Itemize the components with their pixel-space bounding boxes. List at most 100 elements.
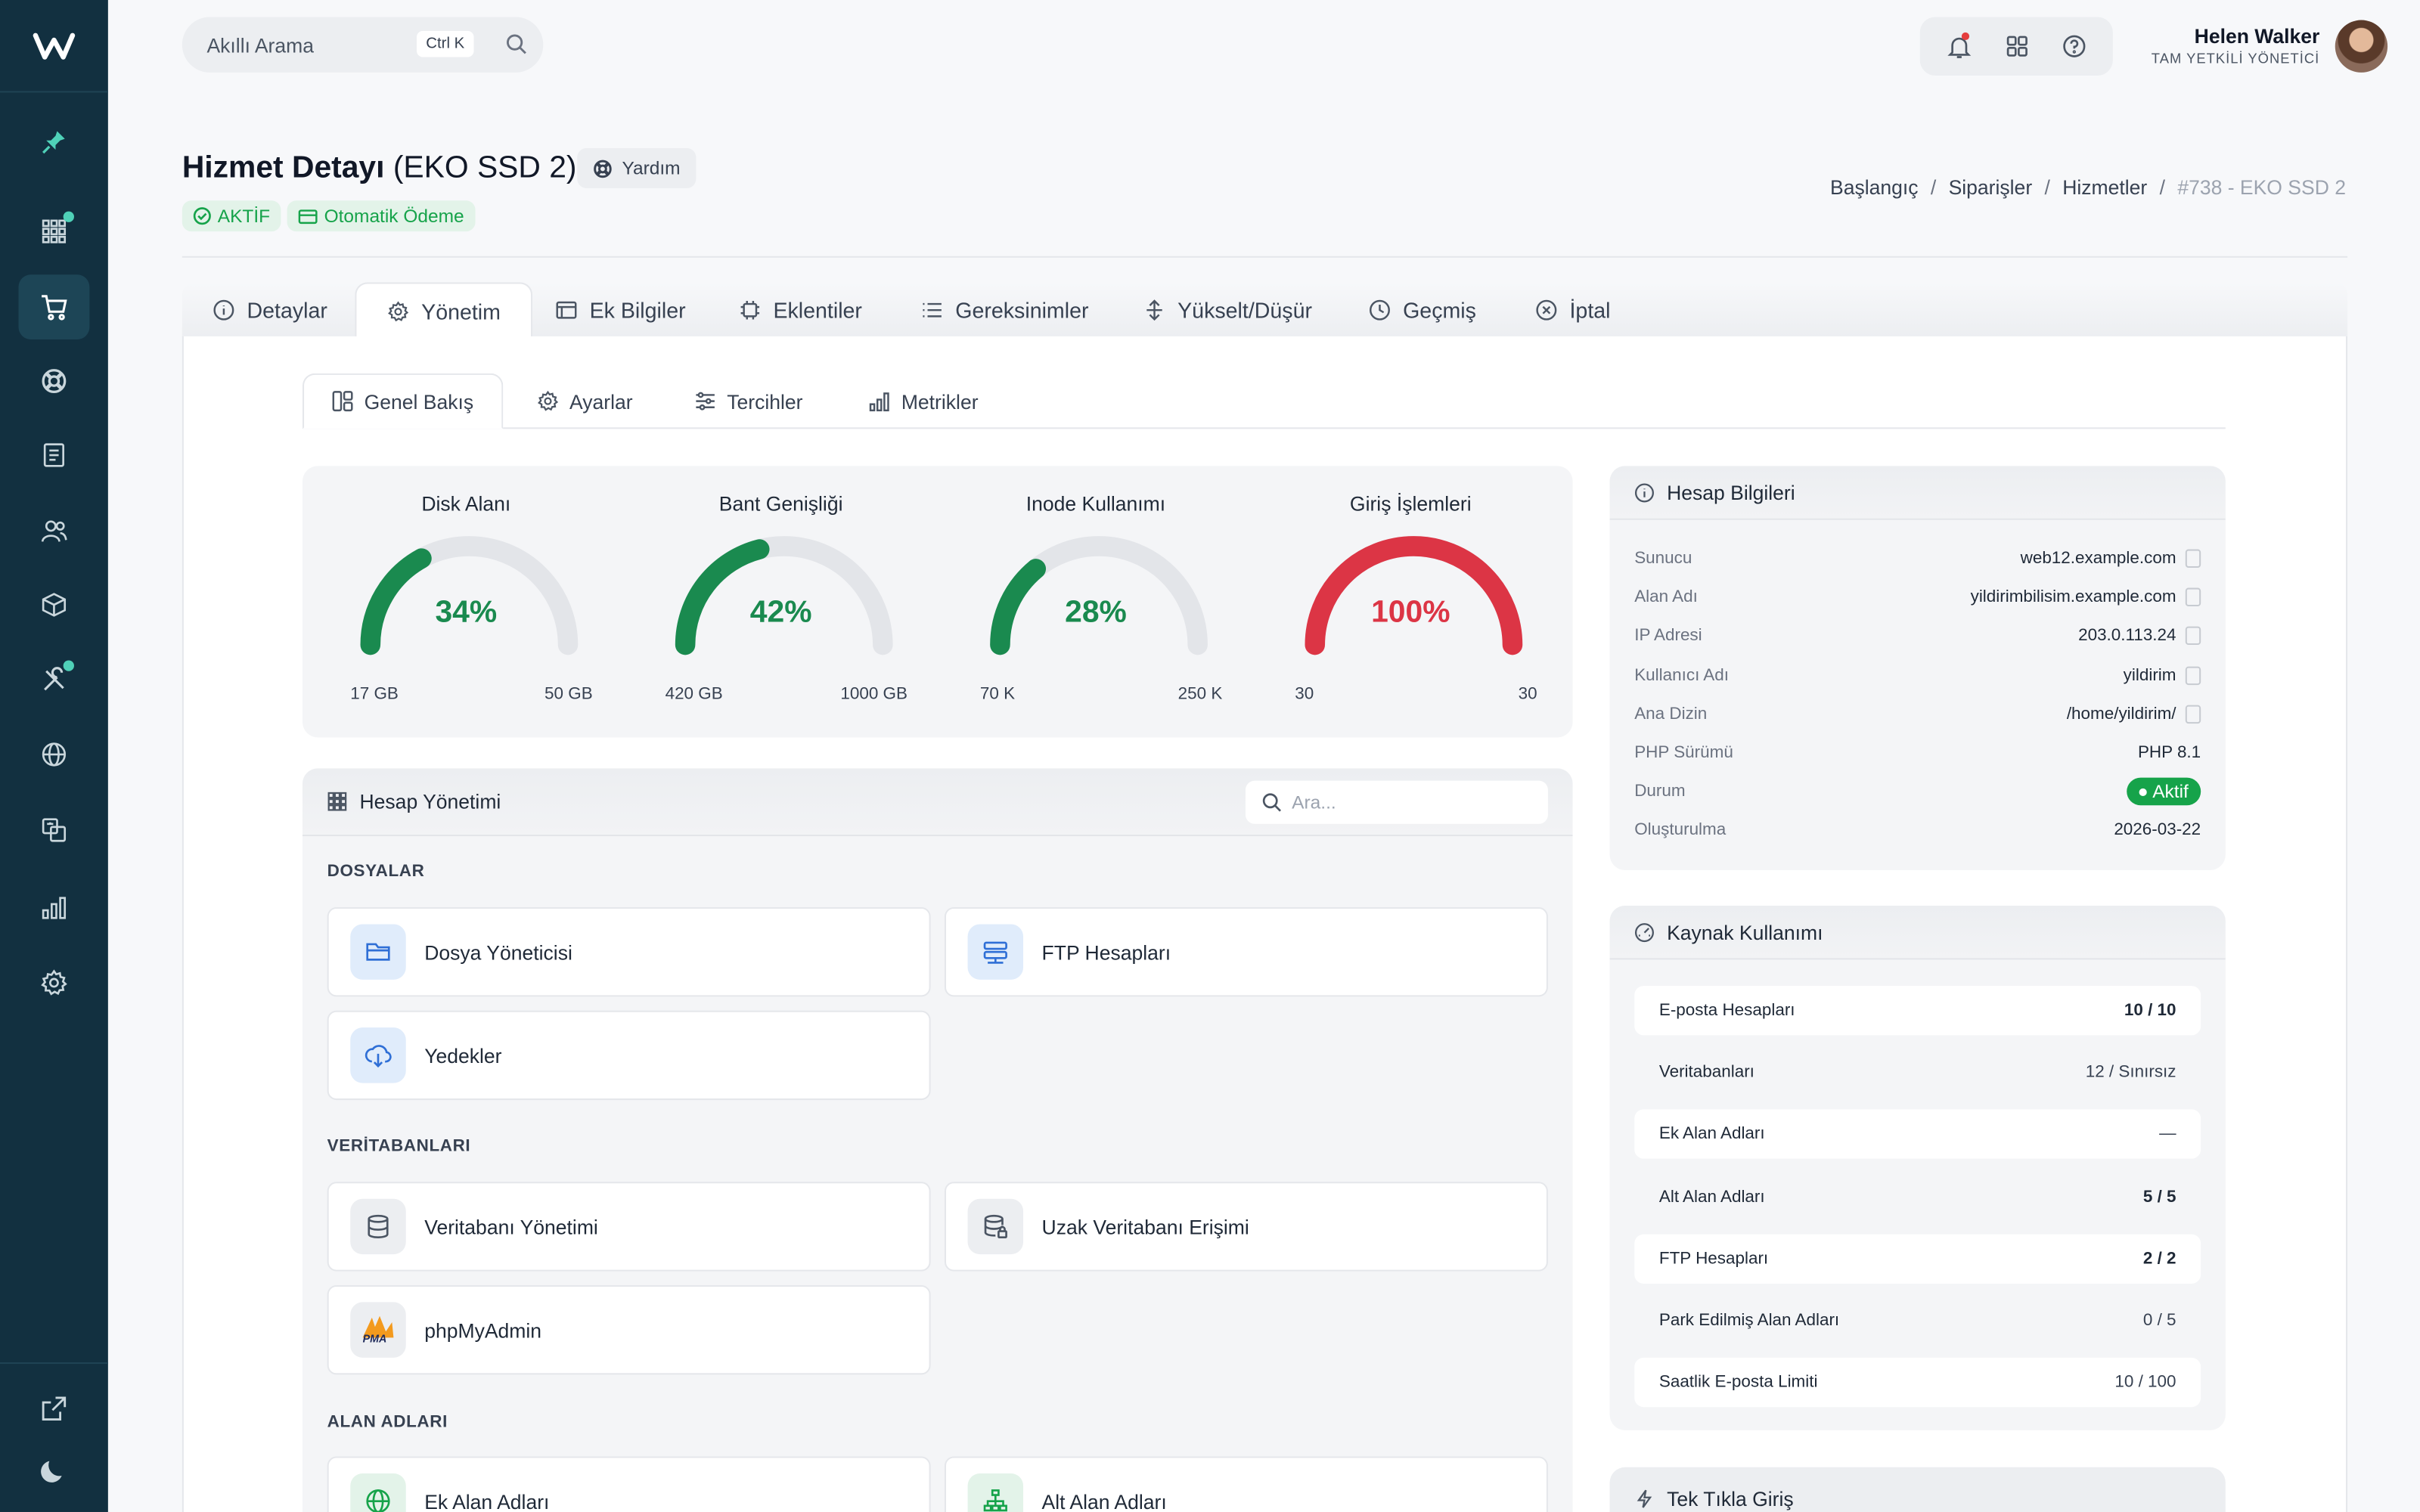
help-button[interactable] bbox=[2062, 34, 2087, 59]
sidebar-item-tools[interactable] bbox=[0, 648, 108, 713]
info-value: Aktif bbox=[2126, 777, 2201, 806]
info-value: 2026-03-22 bbox=[2114, 821, 2201, 840]
info-icon bbox=[213, 299, 234, 321]
document-icon bbox=[43, 443, 64, 467]
management-search-input[interactable]: Ara... bbox=[1245, 780, 1548, 824]
resource-row: FTP Hesapları 2 / 2 bbox=[1634, 1234, 2201, 1284]
notifications-button[interactable] bbox=[1946, 31, 1972, 60]
translate-icon bbox=[42, 818, 67, 842]
sidebar-item-reports[interactable] bbox=[0, 875, 108, 940]
sidebar-item-pinned[interactable] bbox=[0, 110, 108, 175]
sidebar-item-support[interactable] bbox=[0, 349, 108, 414]
sidebar-item-products[interactable] bbox=[0, 572, 108, 637]
copy-icon[interactable] bbox=[2185, 587, 2201, 607]
card-remote-database-access[interactable]: Uzak Veritabanı Erişimi bbox=[944, 1182, 1548, 1272]
app-logo[interactable] bbox=[0, 0, 108, 93]
copy-icon[interactable] bbox=[2185, 627, 2201, 646]
tab-extra-info[interactable]: Ek Bilgiler bbox=[556, 282, 686, 337]
tab-details[interactable]: Detaylar bbox=[213, 282, 327, 337]
card-backups[interactable]: Yedekler bbox=[327, 1010, 931, 1101]
sidebar-item-settings[interactable] bbox=[0, 950, 108, 1015]
gauge-arc bbox=[990, 536, 1208, 655]
breadcrumb-current: #738 - EKO SSD 2 bbox=[2177, 175, 2347, 200]
info-value: 203.0.113.24 bbox=[2078, 627, 2201, 646]
card-phpmyadmin[interactable]: PMA phpMyAdmin bbox=[327, 1284, 931, 1375]
dark-mode-toggle[interactable] bbox=[0, 1438, 108, 1503]
gauge-logins: Giriş İşlemleri 100% 30 30 bbox=[1256, 466, 1565, 737]
gauge-arc bbox=[1305, 536, 1523, 655]
sidebar bbox=[0, 0, 108, 1512]
gauge-max: 50 GB bbox=[544, 685, 593, 704]
gauge-max: 30 bbox=[1518, 685, 1537, 704]
server-icon bbox=[983, 941, 1007, 964]
sidebar-footer bbox=[0, 1362, 108, 1512]
sidebar-item-users[interactable] bbox=[0, 498, 108, 563]
copy-icon[interactable] bbox=[2185, 705, 2201, 723]
info-value: yildirimbilisim.example.com bbox=[1971, 587, 2201, 607]
sidebar-item-cart[interactable] bbox=[0, 274, 108, 339]
grid-icon bbox=[327, 792, 347, 811]
tab-management[interactable]: Yönetim bbox=[355, 282, 533, 338]
tab-history[interactable]: Geçmiş bbox=[1369, 282, 1476, 337]
avatar[interactable] bbox=[2335, 20, 2388, 73]
gauge-min: 420 GB bbox=[665, 685, 723, 704]
card-file-manager[interactable]: Dosya Yöneticisi bbox=[327, 906, 931, 997]
info-label: Sunucu bbox=[1634, 549, 1692, 569]
database-icon bbox=[368, 1214, 389, 1239]
database-lock-icon bbox=[984, 1214, 1007, 1239]
card-ftp-accounts[interactable]: FTP Hesapları bbox=[944, 906, 1548, 997]
info-label: IP Adresi bbox=[1634, 627, 1702, 646]
sidebar-item-dashboard[interactable] bbox=[0, 199, 108, 264]
search-icon[interactable] bbox=[504, 33, 528, 56]
copy-icon[interactable] bbox=[2185, 549, 2201, 569]
topbar-tools bbox=[1919, 17, 2113, 76]
smart-search-input[interactable]: Akıllı Arama Ctrl K bbox=[182, 17, 544, 73]
external-link-button[interactable] bbox=[0, 1376, 108, 1441]
gauge-max: 250 K bbox=[1177, 685, 1223, 704]
card-addon-domains[interactable]: Ek Alan Adları bbox=[327, 1456, 931, 1512]
autopay-badge: Otomatik Ödeme bbox=[287, 200, 475, 232]
breadcrumb-services[interactable]: Hizmetler bbox=[2062, 176, 2147, 200]
tab-addons[interactable]: Eklentiler bbox=[740, 282, 862, 337]
section-databases: VERİTABANLARI bbox=[327, 1137, 471, 1156]
resource-label: FTP Hesapları bbox=[1658, 1249, 1769, 1269]
question-icon bbox=[2063, 35, 2086, 57]
breadcrumb-orders[interactable]: Siparişler bbox=[1949, 176, 2033, 200]
resource-usage-header: Kaynak Kullanımı bbox=[1609, 905, 2226, 960]
subtab-settings[interactable]: Ayarlar bbox=[537, 373, 633, 429]
subtab-metrics[interactable]: Metrikler bbox=[869, 373, 979, 429]
info-label: Kullanıcı Adı bbox=[1634, 665, 1730, 685]
tab-cancel[interactable]: İptal bbox=[1536, 282, 1611, 337]
copy-icon[interactable] bbox=[2185, 665, 2201, 685]
user-menu[interactable]: Helen Walker TAM YETKİLİ YÖNETİCİ bbox=[2145, 25, 2320, 67]
sidebar-item-invoices[interactable] bbox=[0, 423, 108, 488]
breadcrumb-home[interactable]: Başlangıç bbox=[1830, 176, 1919, 200]
info-label: PHP Sürümü bbox=[1634, 743, 1733, 763]
gear-icon bbox=[41, 969, 67, 996]
folder-icon bbox=[366, 943, 390, 961]
bar-chart-icon bbox=[42, 897, 67, 919]
resource-value: 10 / 10 bbox=[2124, 1001, 2176, 1020]
subtab-overview[interactable]: Genel Bakış bbox=[302, 373, 503, 429]
card-database-management[interactable]: Veritabanı Yönetimi bbox=[327, 1182, 931, 1272]
resource-label: Ek Alan Adları bbox=[1658, 1125, 1765, 1145]
page-subtitle: (EKO SSD 2) bbox=[392, 150, 577, 185]
divider bbox=[182, 256, 2348, 258]
tab-upgrade-downgrade[interactable]: Yükselt/Düşür bbox=[1143, 282, 1312, 337]
close-circle-icon bbox=[1536, 299, 1557, 321]
credit-card-icon bbox=[298, 209, 318, 224]
help-link-button[interactable]: Yardım bbox=[577, 147, 696, 188]
info-row: PHP Sürümü PHP 8.1 bbox=[1634, 738, 2201, 769]
info-row: Alan Adı yildirimbilisim.example.com bbox=[1634, 582, 2201, 613]
status-badge: Aktif bbox=[2126, 777, 2201, 806]
tools-icon bbox=[44, 667, 64, 691]
gear-icon bbox=[537, 390, 559, 411]
card-subdomains[interactable]: Alt Alan Adları bbox=[944, 1456, 1548, 1512]
globe-icon bbox=[366, 1489, 390, 1512]
tab-requirements[interactable]: Gereksinimler bbox=[921, 282, 1088, 337]
apps-button[interactable] bbox=[2005, 34, 2030, 59]
grid-icon bbox=[42, 219, 67, 243]
sidebar-item-domains[interactable] bbox=[0, 722, 108, 787]
subtab-preferences[interactable]: Tercihler bbox=[694, 373, 802, 429]
sidebar-item-translate[interactable] bbox=[0, 798, 108, 863]
